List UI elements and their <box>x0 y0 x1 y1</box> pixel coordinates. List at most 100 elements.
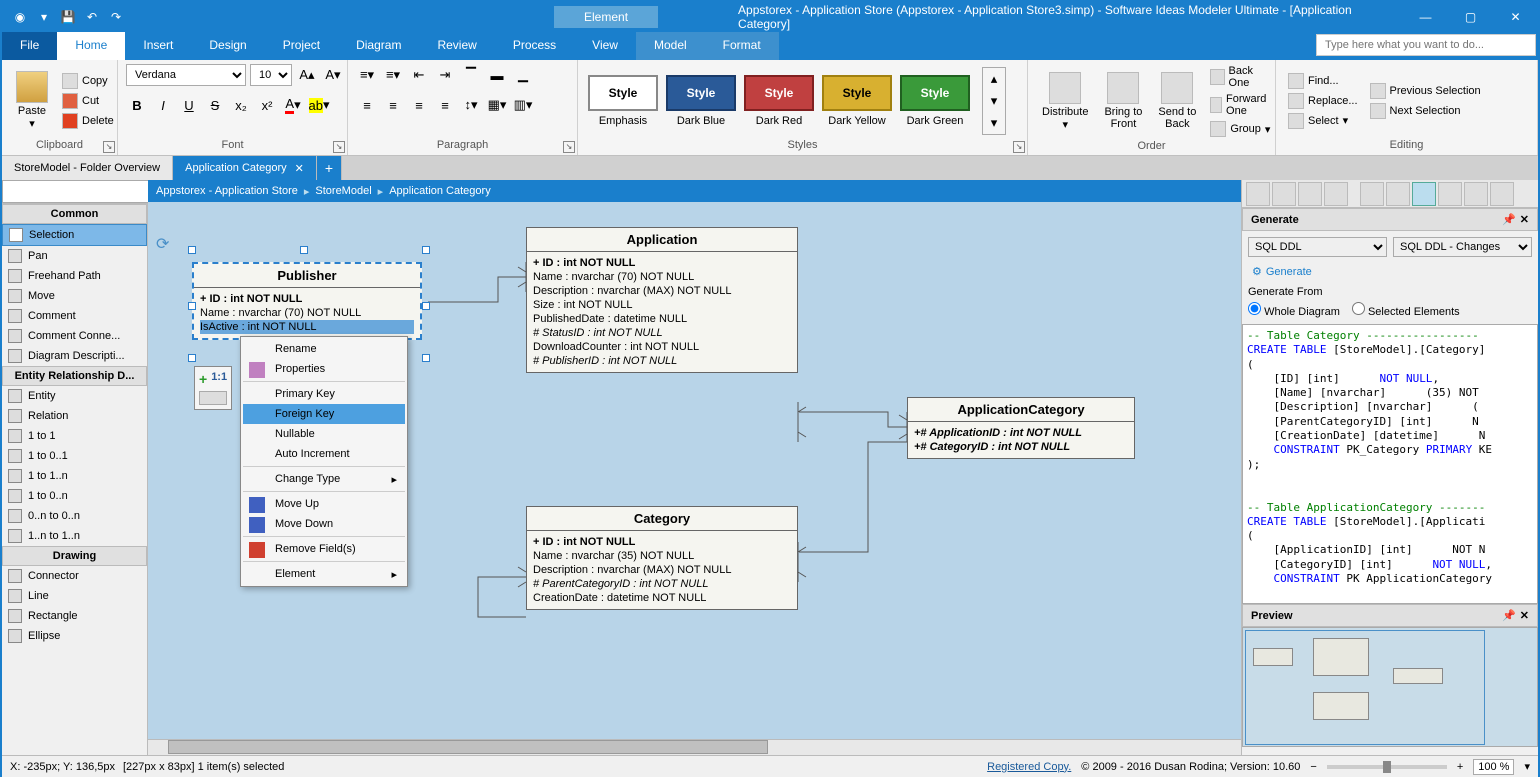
zoom-dropdown-icon[interactable]: ▾ <box>1524 760 1530 773</box>
align-right-button[interactable]: ≡ <box>408 94 430 116</box>
next-selection-button[interactable]: Next Selection <box>1366 102 1485 120</box>
selection-handle[interactable] <box>188 302 196 310</box>
italic-button[interactable]: I <box>152 94 174 116</box>
tab-project[interactable]: Project <box>265 32 338 60</box>
entity-attribute[interactable]: Description : nvarchar (MAX) NOT NULL <box>533 284 791 298</box>
entity-attribute[interactable]: Description : nvarchar (MAX) NOT NULL <box>533 563 791 577</box>
minimize-button[interactable]: — <box>1403 2 1448 32</box>
breadcrumb-item[interactable]: Appstorex - Application Store <box>156 185 298 197</box>
toolbox-drawing-header[interactable]: Drawing <box>2 546 147 566</box>
scrollbar-thumb[interactable] <box>168 740 768 754</box>
grow-font-button[interactable]: A▴ <box>296 64 318 86</box>
rp-btn-9[interactable] <box>1464 182 1488 206</box>
ctx-properties[interactable]: Properties <box>243 359 405 382</box>
redo-icon[interactable]: ↷ <box>106 7 126 27</box>
align-justify-button[interactable]: ≡ <box>434 94 456 116</box>
forward-one-button[interactable]: Forward One <box>1206 92 1274 118</box>
tab-insert[interactable]: Insert <box>125 32 191 60</box>
tell-me-search[interactable] <box>1316 34 1536 56</box>
style-swatch[interactable]: Style <box>588 75 658 111</box>
shrink-font-button[interactable]: A▾ <box>322 64 344 86</box>
bring-front-button[interactable]: Bring to Front <box>1098 70 1148 132</box>
font-dialog-launcher[interactable]: ↘ <box>333 141 345 153</box>
tool-rectangle[interactable]: Rectangle <box>2 606 147 626</box>
select-button[interactable]: Select▾ <box>1284 112 1362 130</box>
entity-attribute[interactable]: + ID : int NOT NULL <box>533 535 791 549</box>
rp-btn-generate[interactable] <box>1412 182 1436 206</box>
mini-swatch[interactable] <box>199 391 227 405</box>
close-tab-icon[interactable]: ✕ <box>295 162 304 175</box>
diagram-canvas[interactable]: ⟳ Publisher + ID : int NOT NULLName : nv… <box>148 202 1241 739</box>
doc-tab-storemodel[interactable]: StoreModel - Folder Overview <box>2 156 173 180</box>
find-button[interactable]: Find... <box>1284 72 1362 90</box>
toolbox-search-input[interactable] <box>2 180 150 203</box>
line-spacing-button[interactable]: ↕▾ <box>460 94 482 116</box>
send-back-button[interactable]: Send to Back <box>1152 70 1202 132</box>
entity-attribute[interactable]: +# ApplicationID : int NOT NULL <box>914 426 1128 440</box>
doc-tab-application-category[interactable]: Application Category✕ <box>173 156 317 180</box>
entity-category[interactable]: Category + ID : int NOT NULLName : nvarc… <box>526 506 798 610</box>
style-more-button[interactable]: ▾ <box>983 112 1005 134</box>
copy-button[interactable]: Copy <box>58 72 118 90</box>
sql-output[interactable]: -- Table Category ----------------- CREA… <box>1242 324 1538 604</box>
tab-design[interactable]: Design <box>191 32 264 60</box>
ctx-element[interactable]: Element▸ <box>243 564 405 584</box>
tool-entity[interactable]: Entity <box>2 386 147 406</box>
panel-close-icon[interactable]: ✕ <box>1520 213 1529 226</box>
entity-attribute[interactable]: Size : int NOT NULL <box>533 298 791 312</box>
tool-line[interactable]: Line <box>2 586 147 606</box>
rp-btn-5[interactable] <box>1360 182 1384 206</box>
tool-move[interactable]: Move <box>2 286 147 306</box>
font-size-select[interactable]: 10 <box>250 64 292 86</box>
breadcrumb-item[interactable]: Application Category <box>389 185 491 197</box>
close-button[interactable]: ✕ <box>1493 2 1538 32</box>
indent-dec-button[interactable]: ⇤ <box>408 64 430 86</box>
entity-attribute[interactable]: PublishedDate : datetime NULL <box>533 312 791 326</box>
tool-0-n-to-0-n[interactable]: 0..n to 0..n <box>2 506 147 526</box>
style-next-button[interactable]: ▾ <box>983 90 1005 112</box>
ctx-rename[interactable]: Rename <box>243 339 405 359</box>
clipboard-dialog-launcher[interactable]: ↘ <box>103 141 115 153</box>
back-one-button[interactable]: Back One <box>1206 64 1274 90</box>
entity-attribute[interactable]: Name : nvarchar (70) NOT NULL <box>200 306 414 320</box>
entity-attribute[interactable]: CreationDate : datetime NOT NULL <box>533 591 791 605</box>
qat-dropdown-icon[interactable]: ▾ <box>34 7 54 27</box>
entity-attribute[interactable]: Name : nvarchar (35) NOT NULL <box>533 549 791 563</box>
tab-file[interactable]: File <box>2 32 57 60</box>
styles-dialog-launcher[interactable]: ↘ <box>1013 141 1025 153</box>
template-select[interactable]: SQL DDL - Changes <box>1393 237 1532 257</box>
tool-comment-conne-[interactable]: Comment Conne... <box>2 326 147 346</box>
rp-btn-8[interactable] <box>1438 182 1462 206</box>
selection-handle[interactable] <box>188 246 196 254</box>
pin-icon[interactable]: 📌 <box>1502 609 1516 622</box>
ctx-foreign-key[interactable]: Foreign Key <box>243 404 405 424</box>
add-tab-button[interactable]: + <box>317 156 342 180</box>
tool-selection[interactable]: Selection <box>2 224 147 246</box>
tool-1-to-0-n[interactable]: 1 to 0..n <box>2 486 147 506</box>
entity-attribute[interactable]: DownloadCounter : int NOT NULL <box>533 340 791 354</box>
font-color-button[interactable]: A▾ <box>282 94 304 116</box>
tool-ellipse[interactable]: Ellipse <box>2 626 147 646</box>
ctx-remove-field-s-[interactable]: Remove Field(s) <box>243 539 405 562</box>
tool-freehand-path[interactable]: Freehand Path <box>2 266 147 286</box>
indent-inc-button[interactable]: ⇥ <box>434 64 456 86</box>
rp-btn-10[interactable] <box>1490 182 1514 206</box>
refresh-icon[interactable]: ⟳ <box>156 234 169 254</box>
zoom-slider[interactable] <box>1327 765 1447 769</box>
highlight-button[interactable]: ab▾ <box>308 94 330 116</box>
cut-button[interactable]: Cut <box>58 92 118 110</box>
selection-handle[interactable] <box>300 246 308 254</box>
add-icon[interactable]: + <box>199 371 207 387</box>
zoom-level[interactable]: 100 % <box>1473 759 1514 775</box>
entity-application[interactable]: Application + ID : int NOT NULLName : nv… <box>526 227 798 373</box>
entity-attribute[interactable]: +# CategoryID : int NOT NULL <box>914 440 1128 454</box>
ctx-auto-increment[interactable]: Auto Increment <box>243 444 405 467</box>
tool-diagram-descripti-[interactable]: Diagram Descripti... <box>2 346 147 366</box>
entity-attribute[interactable]: # ParentCategoryID : int NOT NULL <box>533 577 791 591</box>
rp-btn-2[interactable] <box>1272 182 1296 206</box>
replace-button[interactable]: Replace... <box>1284 92 1362 110</box>
entity-attribute[interactable]: # PublisherID : int NOT NULL <box>533 354 791 368</box>
save-icon[interactable]: 💾 <box>58 7 78 27</box>
tool-1-to-1[interactable]: 1 to 1 <box>2 426 147 446</box>
style-swatch[interactable]: Style <box>822 75 892 111</box>
